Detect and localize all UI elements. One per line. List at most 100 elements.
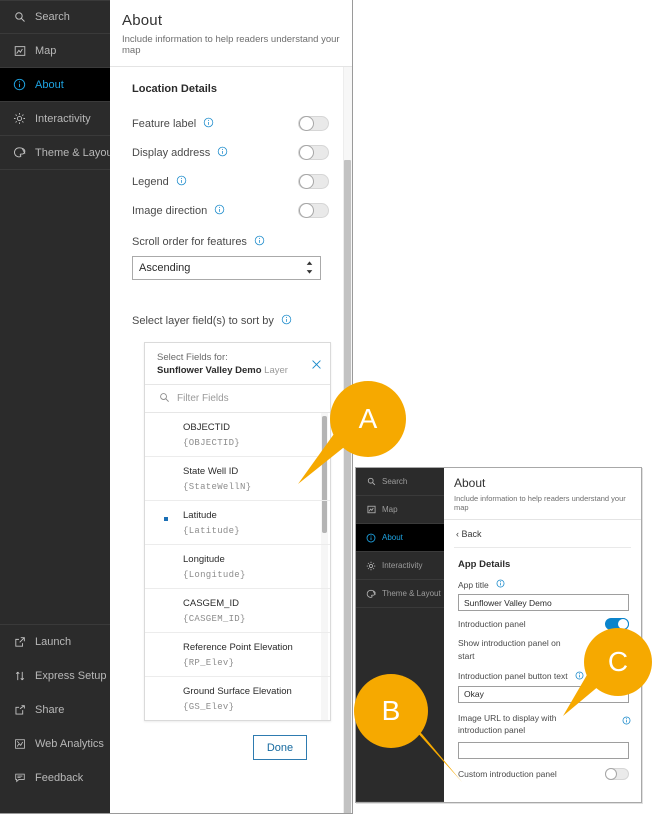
button-text-label-text: Introduction panel button text — [458, 671, 568, 682]
sidebar-item-express-setup[interactable]: Express Setup — [0, 659, 110, 693]
sidebar-item-theme-layout[interactable]: Theme & Layout — [0, 136, 116, 170]
sidebar-item-label: Search — [35, 11, 70, 23]
sidebar-item-label: Express Setup — [35, 670, 107, 682]
inset-sidebar-item-interactivity[interactable]: Interactivity — [356, 552, 444, 580]
share-icon — [13, 704, 26, 717]
setting-label: Legend — [132, 175, 169, 188]
setting-label: Feature label — [132, 117, 197, 130]
sidebar-item-label: Theme & Layout — [35, 146, 116, 159]
sidebar-item-feedback[interactable]: Feedback — [0, 761, 110, 795]
toggle-feature-label[interactable] — [298, 116, 329, 131]
done-button[interactable]: Done — [253, 735, 307, 760]
info-icon[interactable] — [214, 202, 225, 220]
done-button-row: Done — [132, 721, 329, 776]
list-item[interactable]: Longitude {Longitude} — [145, 545, 330, 589]
setting-row-legend: Legend — [132, 167, 329, 196]
list-item[interactable]: Ground Surface Elevation {GS_Elev} — [145, 677, 330, 720]
toggle-legend[interactable] — [298, 174, 329, 189]
setting-row-feature-label: Feature label — [132, 109, 329, 138]
toggle-display-address[interactable] — [298, 145, 329, 160]
field-code: {CASGEM_ID} — [183, 614, 246, 624]
inset-sidebar-item-map[interactable]: Map — [356, 496, 444, 524]
sort-by-label-text: Select layer field(s) to sort by — [132, 315, 274, 327]
field-picker-layer-name: Sunflower Valley Demo Layer — [157, 365, 320, 376]
list-item[interactable]: Reference Point Elevation {RP_Elev} — [145, 633, 330, 677]
setting-row-display-address: Display address — [132, 138, 329, 167]
layer-name-text: Sunflower Valley Demo — [157, 365, 262, 376]
field-code: {GS_Elev} — [183, 702, 235, 712]
close-icon[interactable] — [311, 359, 322, 372]
inset-sidebar-item-label: About — [382, 533, 403, 542]
inset-sidebar-item-about[interactable]: About — [356, 524, 444, 552]
sidebar-item-label: Map — [35, 44, 57, 57]
toggle-image-direction[interactable] — [298, 203, 329, 218]
scroll-order-label-text: Scroll order for features — [132, 236, 247, 248]
launch-icon — [13, 636, 26, 649]
inset-sidebar-item-theme-layout[interactable]: Theme & Layout — [356, 580, 444, 608]
info-circle-icon — [366, 533, 376, 543]
layer-suffix-text: Layer — [261, 365, 288, 376]
app-title-input[interactable]: Sunflower Valley Demo — [458, 594, 629, 611]
toggle-custom-introduction-panel[interactable] — [605, 767, 629, 780]
callout-c-label: C — [607, 646, 629, 677]
stepper-arrows-icon — [306, 261, 313, 274]
setting-row-custom-intro: Custom introduction panel — [458, 767, 631, 780]
callout-b: B — [348, 672, 468, 790]
back-button[interactable]: ‹ Back — [454, 520, 631, 548]
callout-a: A — [296, 380, 416, 490]
info-icon[interactable] — [217, 144, 228, 162]
search-icon — [159, 390, 170, 408]
inset-page-subtitle: Include information to help readers unde… — [454, 494, 626, 512]
analytics-icon — [13, 738, 26, 751]
image-url-input[interactable] — [458, 741, 629, 759]
field-name: Latitude — [183, 510, 217, 521]
map-icon — [13, 44, 26, 57]
screenshot-root: Search Map About Interactivity Theme & L… — [0, 0, 653, 818]
inset-sidebar-item-label: Map — [382, 505, 398, 514]
select-value: Ascending — [139, 262, 191, 274]
section-title-location-details: Location Details — [132, 83, 217, 95]
sidebar-item-launch[interactable]: Launch — [0, 625, 110, 659]
callout-b-bubble: B — [354, 674, 428, 748]
list-item[interactable]: CASGEM_ID {CASGEM_ID} — [145, 589, 330, 633]
updown-arrows-icon — [13, 670, 26, 683]
field-picker-title: Select Fields for: — [157, 352, 228, 363]
setting-label: Introduction panel — [458, 619, 526, 629]
select-scroll-order[interactable]: Ascending — [132, 256, 321, 280]
inset-sidebar-item-label: Interactivity — [382, 561, 423, 570]
callout-c-bubble: C — [584, 628, 652, 696]
sidebar-item-web-analytics[interactable]: Web Analytics — [0, 727, 110, 761]
callout-b-label: B — [381, 695, 401, 726]
field-name: Longitude — [183, 554, 225, 565]
info-icon[interactable] — [176, 173, 187, 191]
setting-label: Custom introduction panel — [458, 768, 557, 779]
palette-icon — [366, 589, 376, 599]
sidebar-item-interactivity[interactable]: Interactivity — [0, 102, 110, 136]
info-icon[interactable] — [254, 235, 265, 249]
sidebar-spacer — [0, 170, 110, 625]
image-url-label-text: Image URL to display with introduction p… — [458, 712, 557, 736]
field-name: Ground Surface Elevation — [183, 686, 292, 697]
sidebar-item-label: Web Analytics — [35, 738, 104, 750]
info-icon[interactable] — [281, 314, 292, 328]
sidebar-item-search[interactable]: Search — [0, 0, 110, 34]
field-name: CASGEM_ID — [183, 598, 239, 609]
sidebar-item-label: Feedback — [35, 772, 84, 784]
field-filter-placeholder: Filter Fields — [177, 393, 229, 404]
field-name: Reference Point Elevation — [183, 642, 293, 653]
info-circle-icon — [13, 78, 26, 91]
section-title-app-details: App Details — [458, 559, 511, 570]
list-item[interactable]: Latitude {Latitude} — [145, 501, 330, 545]
search-icon — [13, 11, 26, 24]
field-code: {Latitude} — [183, 526, 241, 536]
inset-page-title: About — [454, 476, 486, 490]
callout-a-label: A — [358, 403, 378, 434]
setting-label: Display address — [132, 146, 211, 159]
info-icon[interactable] — [203, 115, 214, 133]
info-icon[interactable] — [496, 579, 505, 590]
sidebar-item-about[interactable]: About — [0, 68, 110, 102]
sidebar-item-map[interactable]: Map — [0, 34, 110, 68]
sidebar-item-share[interactable]: Share — [0, 693, 110, 727]
label-app-title: App title — [458, 579, 631, 590]
page-subtitle: Include information to help readers unde… — [122, 34, 340, 56]
